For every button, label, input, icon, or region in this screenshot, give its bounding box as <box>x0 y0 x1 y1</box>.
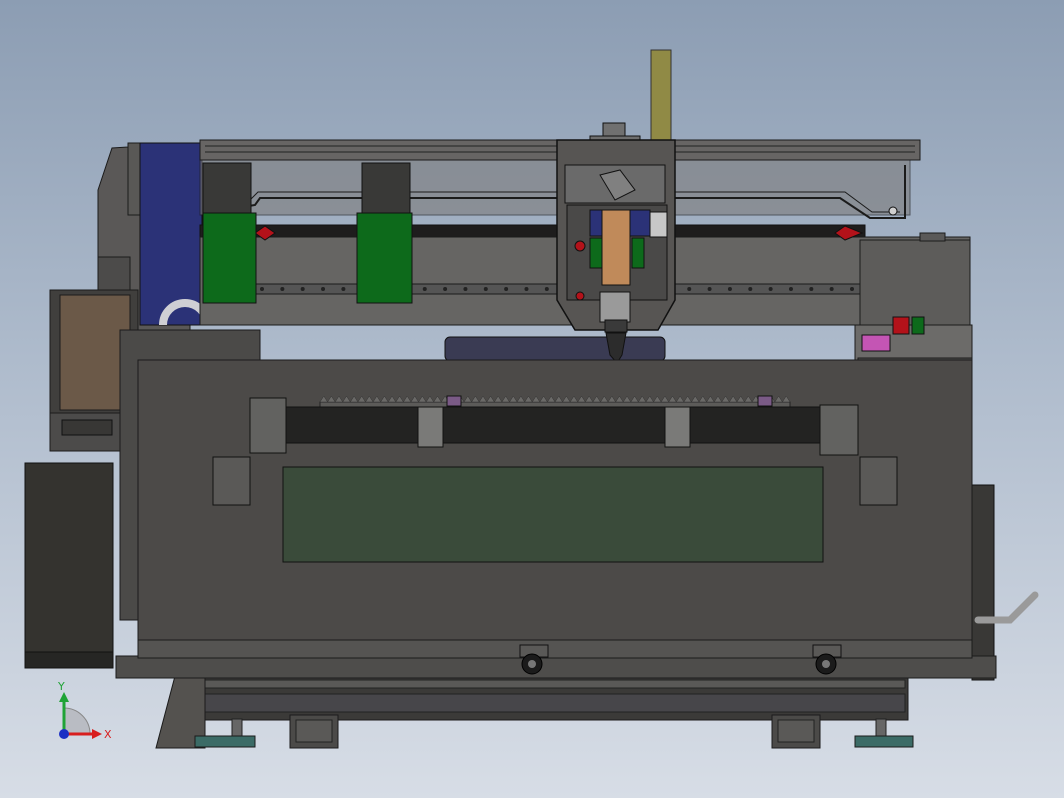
guard-knob-right <box>888 206 898 216</box>
triad-rotation-arc-icon <box>63 707 91 735</box>
z-axis-dot <box>59 729 69 739</box>
rail-bolt <box>443 287 448 291</box>
rack-clip-2 <box>757 395 773 407</box>
motor-block-2 <box>361 162 411 214</box>
cabinet-base <box>24 651 114 669</box>
rail-bolt <box>280 287 285 291</box>
base-frame <box>155 671 909 749</box>
rail-bolt <box>544 287 549 291</box>
rack-clip-1 <box>446 395 462 407</box>
rail-bolt <box>463 287 468 291</box>
coordinate-triad[interactable]: Y X <box>57 680 112 741</box>
spindle-carriage <box>556 122 676 333</box>
bearing-block-2 <box>664 406 691 448</box>
cad-viewport[interactable]: Y X <box>0 0 1064 798</box>
green-panel-1 <box>202 212 257 304</box>
y-axis-label: Y <box>57 680 65 693</box>
green-panel-2 <box>356 212 413 304</box>
rail-bolt <box>850 287 854 291</box>
y-arrow-head-icon <box>59 692 69 702</box>
electrical-cabinet <box>24 462 114 669</box>
blue-side-panel <box>139 142 203 326</box>
rail-bolt <box>788 287 793 291</box>
rail-bolt <box>727 287 732 291</box>
rail-bolt <box>524 287 529 291</box>
rail-bolt <box>341 287 346 291</box>
bearing-block-1 <box>417 406 444 448</box>
rail-bolt <box>504 287 509 291</box>
shaft-end-left <box>249 397 287 454</box>
rail-bolt <box>829 287 834 291</box>
x-axis-label: X <box>104 728 112 741</box>
rail-bolt <box>748 287 753 291</box>
roller-shaft <box>284 406 821 444</box>
shaft-end-right <box>819 404 859 456</box>
rail-bolt <box>483 287 488 291</box>
rail-bolt <box>687 287 692 291</box>
rail-bolt <box>707 287 712 291</box>
motor-block-1 <box>202 162 252 214</box>
rail-bolt <box>300 287 305 291</box>
rail-bolt <box>768 287 773 291</box>
rail-bolt <box>321 287 326 291</box>
x-arrow-head-icon <box>92 729 102 739</box>
rail-bolt <box>422 287 427 291</box>
spindle-tube <box>444 336 666 362</box>
rail-bolt <box>809 287 814 291</box>
rail-bolt <box>260 287 264 291</box>
